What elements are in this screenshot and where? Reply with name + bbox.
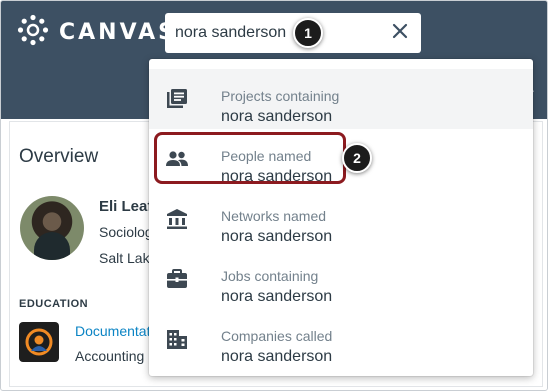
suggestion-networks[interactable]: Networks named nora sanderson: [149, 189, 533, 249]
suggestion-value: nora sanderson: [221, 348, 333, 365]
suggestion-companies[interactable]: Companies called nora sanderson: [149, 309, 533, 369]
suggestion-label: Jobs containing: [221, 268, 319, 284]
canvas-logo-icon: [17, 14, 49, 51]
suggestion-people[interactable]: People named nora sanderson: [149, 129, 533, 189]
projects-icon: [165, 87, 189, 111]
profile-name: Eli Leaf: [99, 198, 153, 215]
education-link[interactable]: Documentat: [75, 323, 150, 339]
app-window: CANVAS T Overview t Eli Leaf Sociolog Sa…: [0, 0, 548, 391]
step-callout-2: 2: [342, 143, 372, 173]
suggestion-label: People named: [221, 148, 312, 164]
networks-icon: [165, 207, 189, 231]
suggestion-value: nora sanderson: [221, 108, 333, 125]
people-icon: [165, 147, 189, 171]
clear-search-button[interactable]: [389, 22, 411, 44]
step-callout-1: 1: [293, 18, 323, 48]
suggestion-value: nora sanderson: [221, 288, 333, 305]
close-icon: [392, 23, 408, 44]
page-title: Overview: [19, 146, 99, 167]
school-logo-icon: [19, 322, 59, 362]
suggestion-label: Networks named: [221, 208, 327, 224]
companies-icon: [165, 327, 189, 351]
suggestion-label: Projects containing: [221, 88, 340, 104]
education-heading: EDUCATION: [19, 298, 89, 310]
education-program: Accounting: [75, 348, 145, 364]
suggestion-projects[interactable]: Projects containing nora sanderson: [149, 69, 533, 129]
canvas-logo[interactable]: CANVAS: [17, 14, 177, 51]
avatar: [20, 196, 84, 260]
suggestion-jobs[interactable]: Jobs containing nora sanderson: [149, 249, 533, 309]
profile-title: Sociolog: [99, 224, 153, 240]
suggestion-value: nora sanderson: [221, 168, 333, 185]
jobs-icon: [165, 267, 189, 291]
search-input[interactable]: [165, 13, 375, 53]
suggestion-label: Companies called: [221, 328, 333, 344]
brand-name: CANVAS: [59, 19, 177, 45]
search-suggestions-dropdown: Projects containing nora sanderson Peopl…: [149, 59, 533, 376]
suggestion-value: nora sanderson: [221, 228, 333, 245]
